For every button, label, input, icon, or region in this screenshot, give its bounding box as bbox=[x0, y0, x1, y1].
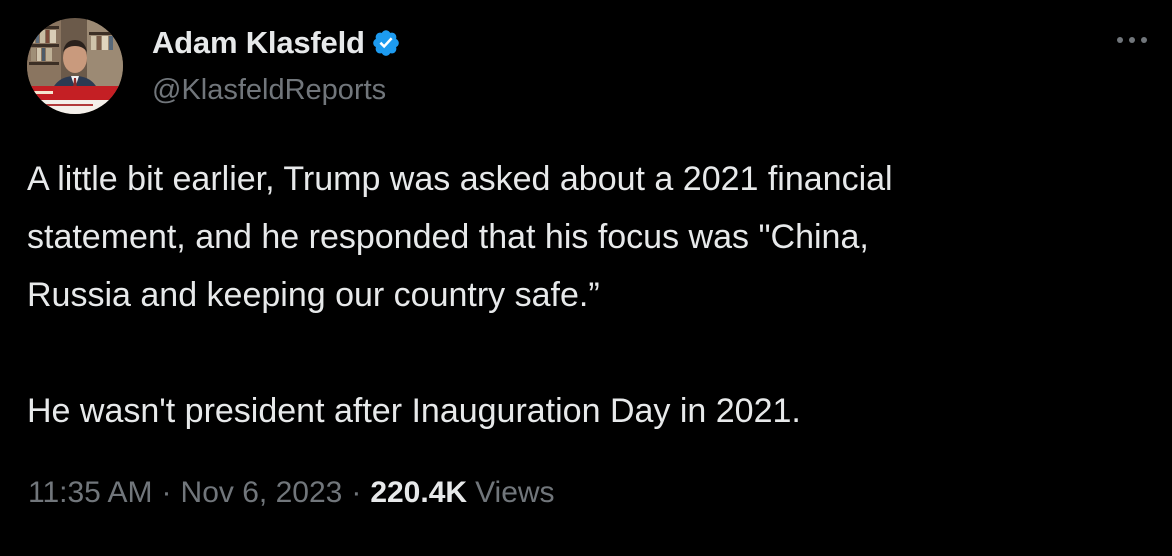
tweet-paragraph: He wasn't president after Inauguration D… bbox=[27, 392, 801, 430]
tweet-text: A little bit earlier, Trump was asked ab… bbox=[27, 150, 1147, 440]
tweet-metadata: 11:35 AM · Nov 6, 2023 · 220.4K Views bbox=[28, 476, 555, 510]
views-label: Views bbox=[475, 476, 555, 509]
views-count[interactable]: 220.4K bbox=[370, 476, 467, 510]
separator-dot: · bbox=[161, 476, 172, 509]
tweet-date[interactable]: Nov 6, 2023 bbox=[181, 476, 343, 510]
avatar-photo bbox=[27, 18, 123, 114]
author-identity: Adam Klasfeld @KlasfeldReports bbox=[152, 22, 401, 107]
separator-dot: · bbox=[351, 476, 362, 509]
tweet-time[interactable]: 11:35 AM bbox=[28, 476, 153, 510]
avatar[interactable] bbox=[27, 18, 123, 114]
author-handle[interactable]: @KlasfeldReports bbox=[152, 74, 401, 107]
author-name-row: Adam Klasfeld bbox=[152, 22, 401, 64]
more-options-icon[interactable] bbox=[1112, 30, 1152, 50]
tweet-paragraph: A little bit earlier, Trump was asked ab… bbox=[27, 160, 893, 314]
author-display-name[interactable]: Adam Klasfeld bbox=[152, 25, 365, 61]
tweet-card: Adam Klasfeld @KlasfeldReports A little … bbox=[0, 0, 1172, 556]
verified-badge-icon bbox=[371, 28, 401, 58]
